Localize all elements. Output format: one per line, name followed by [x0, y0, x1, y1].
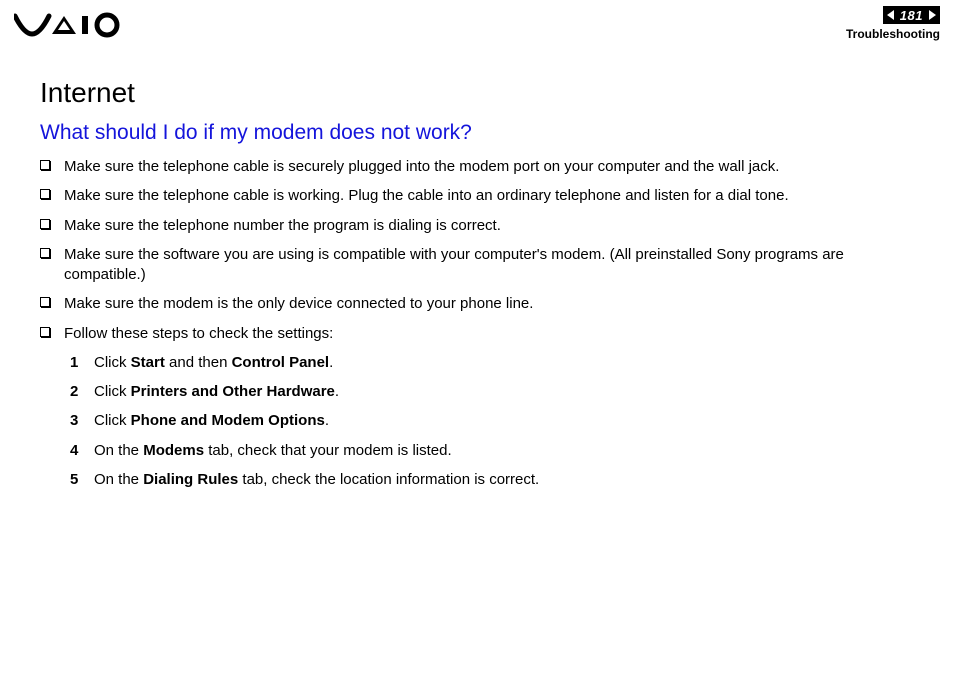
list-item: Make sure the telephone cable is working…: [40, 186, 914, 206]
list-item: Make sure the telephone cable is securel…: [40, 157, 914, 177]
prev-page-icon[interactable]: [887, 10, 894, 20]
step-item: 3 Click Phone and Modem Options.: [70, 411, 914, 431]
list-text: Make sure the telephone cable is securel…: [64, 157, 779, 177]
step-text: On the Modems tab, check that your modem…: [94, 441, 452, 461]
vaio-logo-icon: [14, 12, 124, 38]
page: 181 Troubleshooting Internet What should…: [0, 0, 954, 674]
step-number: 4: [70, 441, 94, 461]
pager: 181 Troubleshooting: [846, 6, 940, 41]
step-item: 4 On the Modems tab, check that your mod…: [70, 441, 914, 461]
header: 181 Troubleshooting: [0, 0, 954, 41]
step-number: 2: [70, 382, 94, 402]
list-text: Follow these steps to check the settings…: [64, 324, 333, 344]
step-number: 5: [70, 470, 94, 490]
page-title: Internet: [40, 77, 914, 109]
bullet-list: Make sure the telephone cable is securel…: [40, 157, 914, 344]
step-item: 2 Click Printers and Other Hardware.: [70, 382, 914, 402]
list-text: Make sure the modem is the only device c…: [64, 294, 533, 314]
list-text: Make sure the software you are using is …: [64, 245, 914, 286]
list-text: Make sure the telephone number the progr…: [64, 216, 501, 236]
list-item: Make sure the software you are using is …: [40, 245, 914, 286]
step-text: On the Dialing Rules tab, check the loca…: [94, 470, 539, 490]
list-item: Make sure the telephone number the progr…: [40, 216, 914, 236]
vaio-logo: [14, 12, 124, 38]
next-page-icon[interactable]: [929, 10, 936, 20]
checkbox-icon: [40, 189, 50, 199]
page-subtitle: What should I do if my modem does not wo…: [40, 121, 914, 145]
step-text: Click Start and then Control Panel.: [94, 353, 333, 373]
list-text: Make sure the telephone cable is working…: [64, 186, 789, 206]
checkbox-icon: [40, 160, 50, 170]
checkbox-icon: [40, 297, 50, 307]
steps-list: 1 Click Start and then Control Panel. 2 …: [70, 353, 914, 490]
page-indicator: 181: [883, 6, 940, 24]
list-item: Make sure the modem is the only device c…: [40, 294, 914, 314]
content: Internet What should I do if my modem do…: [0, 41, 954, 490]
page-number: 181: [900, 8, 923, 23]
section-label: Troubleshooting: [846, 27, 940, 41]
step-number: 1: [70, 353, 94, 373]
checkbox-icon: [40, 327, 50, 337]
step-item: 1 Click Start and then Control Panel.: [70, 353, 914, 373]
step-number: 3: [70, 411, 94, 431]
checkbox-icon: [40, 248, 50, 258]
list-item: Follow these steps to check the settings…: [40, 324, 914, 344]
step-text: Click Phone and Modem Options.: [94, 411, 329, 431]
step-text: Click Printers and Other Hardware.: [94, 382, 339, 402]
checkbox-icon: [40, 219, 50, 229]
step-item: 5 On the Dialing Rules tab, check the lo…: [70, 470, 914, 490]
